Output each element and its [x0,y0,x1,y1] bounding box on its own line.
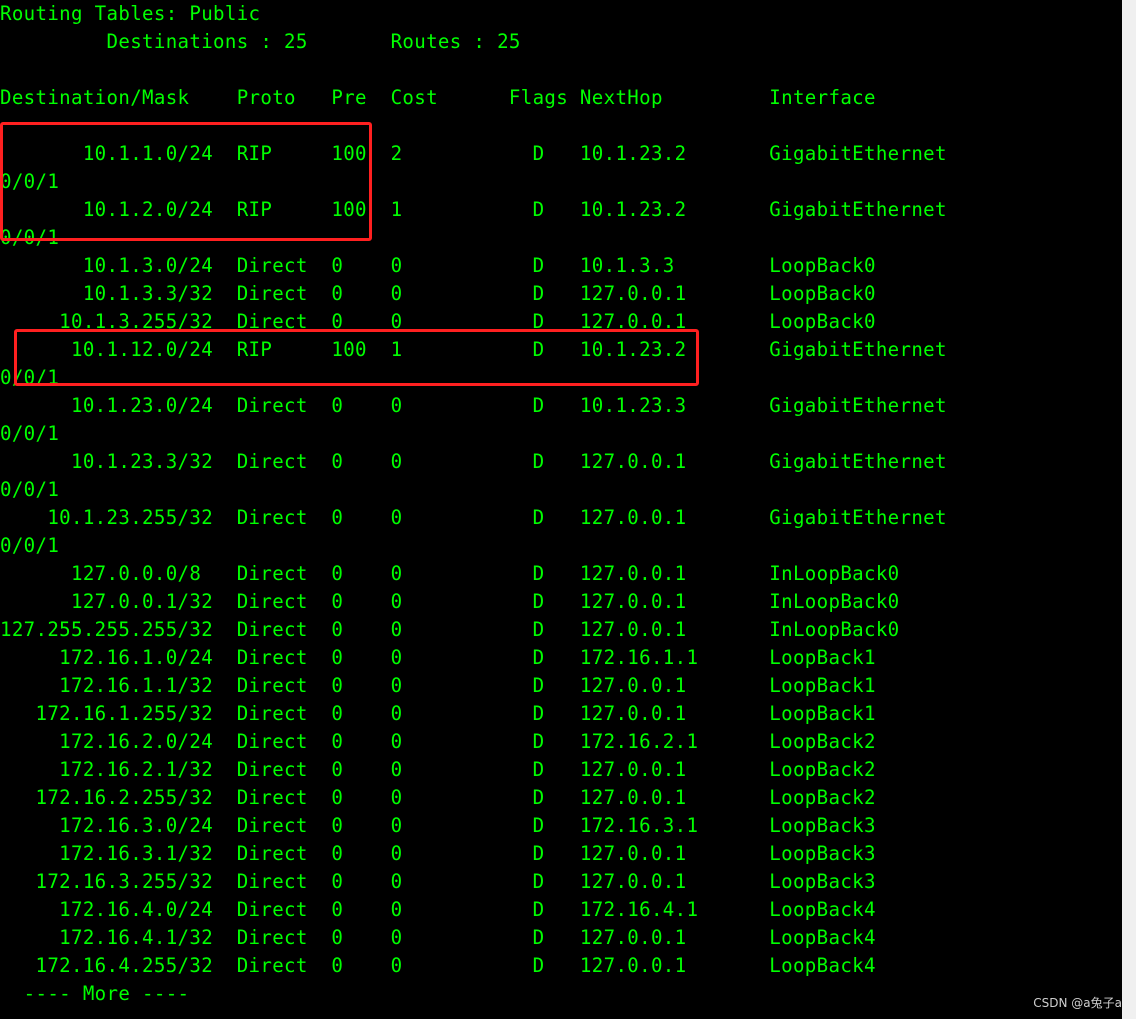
terminal-line: Destinations : 25 Routes : 25 [0,30,521,53]
terminal-line: 0/0/1 [0,170,60,193]
terminal-line: 127.255.255.255/32 Direct 0 0 D 127.0.0.… [0,618,900,641]
terminal-line: 10.1.3.3/32 Direct 0 0 D 127.0.0.1 LoopB… [0,282,876,305]
watermark: CSDN @a兔子a [1033,996,1122,1010]
terminal-line: 172.16.1.255/32 Direct 0 0 D 127.0.0.1 L… [0,702,876,725]
terminal-line: 0/0/1 [0,422,60,445]
terminal-line: Destination/Mask Proto Pre Cost Flags Ne… [0,86,876,109]
terminal-line: 127.0.0.0/8 Direct 0 0 D 127.0.0.1 InLoo… [0,562,900,585]
terminal-line: 172.16.2.0/24 Direct 0 0 D 172.16.2.1 Lo… [0,730,876,753]
terminal-line: 172.16.3.0/24 Direct 0 0 D 172.16.3.1 Lo… [0,814,876,837]
terminal-line: 10.1.3.0/24 Direct 0 0 D 10.1.3.3 LoopBa… [0,254,876,277]
window-edge [1122,0,1136,1019]
terminal-line: 0/0/1 [0,226,60,249]
terminal-line: 127.0.0.1/32 Direct 0 0 D 127.0.0.1 InLo… [0,590,900,613]
terminal-line: 0/0/1 [0,534,60,557]
terminal-line: 172.16.4.0/24 Direct 0 0 D 172.16.4.1 Lo… [0,898,876,921]
terminal-line: 0/0/1 [0,366,60,389]
terminal-line: 172.16.2.1/32 Direct 0 0 D 127.0.0.1 Loo… [0,758,876,781]
terminal-line: 172.16.3.255/32 Direct 0 0 D 127.0.0.1 L… [0,870,876,893]
terminal-line: 172.16.4.1/32 Direct 0 0 D 127.0.0.1 Loo… [0,926,876,949]
terminal-line: 10.1.23.255/32 Direct 0 0 D 127.0.0.1 Gi… [0,506,947,529]
terminal-line: 10.1.23.3/32 Direct 0 0 D 127.0.0.1 Giga… [0,450,947,473]
terminal-line: 0/0/1 [0,478,60,501]
terminal-line: 10.1.3.255/32 Direct 0 0 D 127.0.0.1 Loo… [0,310,876,333]
terminal-line: 172.16.1.0/24 Direct 0 0 D 172.16.1.1 Lo… [0,646,876,669]
terminal-line: 172.16.4.255/32 Direct 0 0 D 127.0.0.1 L… [0,954,876,977]
terminal-line: ---- More ---- [0,982,190,1005]
terminal-line: 172.16.3.1/32 Direct 0 0 D 127.0.0.1 Loo… [0,842,876,865]
terminal-line: 172.16.1.1/32 Direct 0 0 D 127.0.0.1 Loo… [0,674,876,697]
terminal-line: 10.1.2.0/24 RIP 100 1 D 10.1.23.2 Gigabi… [0,198,947,221]
terminal-line: 10.1.23.0/24 Direct 0 0 D 10.1.23.3 Giga… [0,394,947,417]
terminal-line: 10.1.12.0/24 RIP 100 1 D 10.1.23.2 Gigab… [0,338,947,361]
terminal-window[interactable]: Routing Tables: Public Destinations : 25… [0,0,1122,1019]
terminal-line: 10.1.1.0/24 RIP 100 2 D 10.1.23.2 Gigabi… [0,142,947,165]
terminal-line: Routing Tables: Public [0,2,261,25]
terminal-line: 172.16.2.255/32 Direct 0 0 D 127.0.0.1 L… [0,786,876,809]
